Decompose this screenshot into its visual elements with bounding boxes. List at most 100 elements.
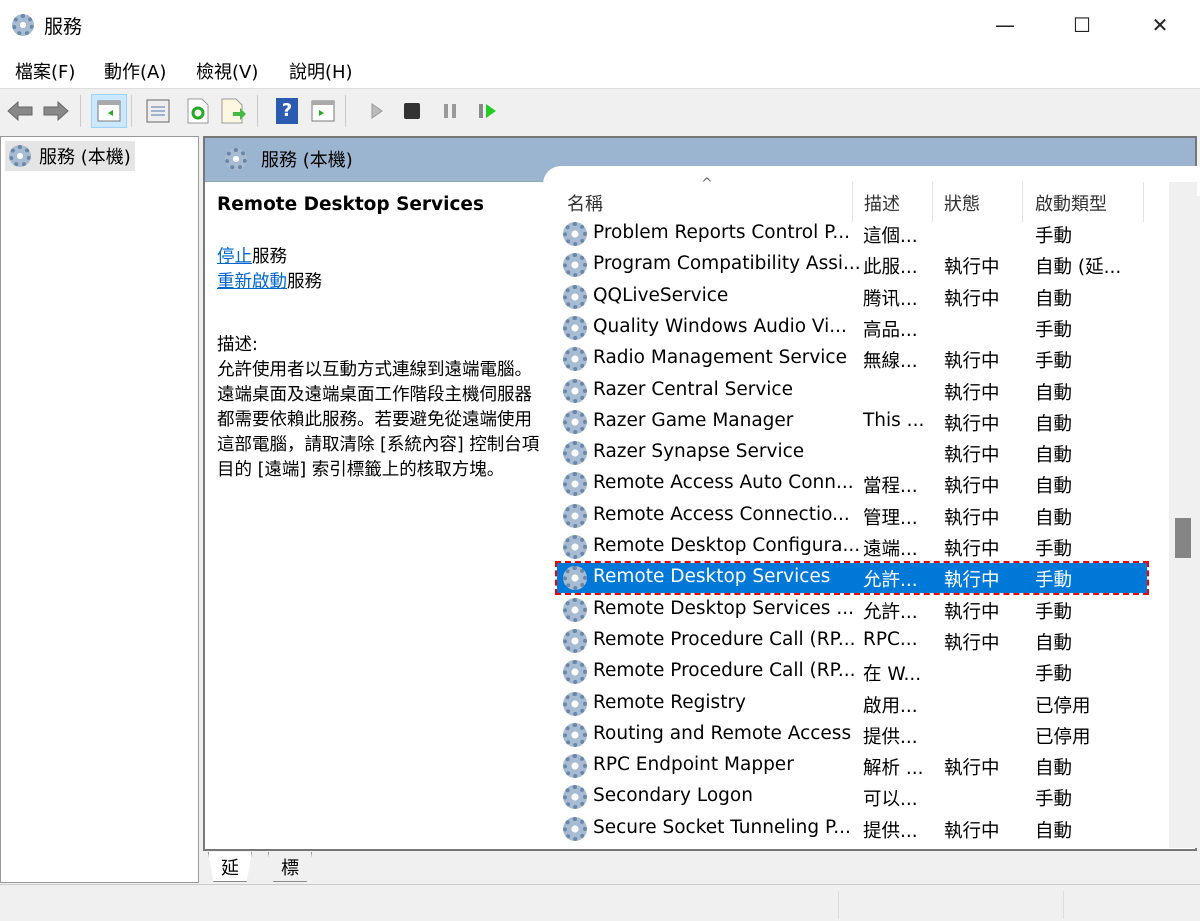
service-gear-icon [563, 597, 587, 622]
toolbar-separator [345, 95, 346, 127]
service-gear-icon [563, 284, 587, 309]
service-gear-icon [563, 535, 587, 559]
menu-help[interactable]: 說明(H) [289, 58, 353, 84]
service-row[interactable]: RPC Endpoint Mapper 解析 ... 執行中 自動 [557, 751, 1147, 781]
services-gear-icon [9, 145, 31, 167]
service-row[interactable]: Remote Procedure Call (RP... RPC... 執行中 … [557, 626, 1147, 656]
service-row[interactable]: Razer Game Manager This ... 執行中 自動 [557, 407, 1147, 437]
show-action-pane-icon[interactable] [308, 96, 338, 126]
service-row[interactable]: Remote Procedure Call (RP... 在 W... 手動 [557, 657, 1147, 687]
service-startup-type: 已停用 [1035, 726, 1091, 748]
menu-action[interactable]: 動作(A) [104, 58, 166, 84]
service-description: 允許... [863, 570, 918, 592]
toolbar-separator [131, 95, 132, 127]
service-row[interactable]: Remote Desktop Services ... 允許... 執行中 手動 [557, 595, 1147, 625]
service-startup-type: 自動 [1035, 820, 1073, 842]
service-row[interactable]: Remote Access Connectio... 管理... 執行中 自動 [557, 501, 1147, 531]
column-header-description[interactable]: 描述 [864, 190, 900, 216]
title-bar: 服務 — ☐ ✕ [0, 0, 1200, 50]
service-row[interactable]: Secure Socket Tunneling P... 提供... 執行中 自… [557, 814, 1147, 844]
console-tree: 服務 (本機) [0, 136, 199, 883]
service-description: 管理... [863, 507, 918, 529]
service-gear-icon [563, 785, 587, 810]
tab-extended[interactable]: 延伸 [208, 852, 252, 882]
service-name: Remote Desktop Services [593, 566, 831, 588]
refresh-icon[interactable] [183, 96, 213, 126]
status-bar [0, 884, 1200, 921]
column-header-name[interactable]: 名稱 [567, 190, 603, 216]
close-button[interactable]: ✕ [1140, 8, 1180, 42]
service-name: Remote Access Connectio... [593, 503, 850, 525]
back-icon[interactable] [5, 96, 35, 126]
service-startup-type: 手動 [1035, 226, 1073, 247]
service-gear-icon [563, 754, 587, 779]
service-description: RPC... [863, 628, 918, 650]
service-startup-type: 手動 [1035, 351, 1073, 373]
service-startup-type: 自動 [1035, 288, 1073, 310]
services-gear-icon [12, 14, 34, 36]
service-row[interactable]: Remote Access Auto Conn... 當程... 執行中 自動 [557, 469, 1147, 499]
help-icon[interactable]: ? [272, 96, 302, 126]
service-gear-icon [563, 347, 587, 372]
forward-icon[interactable] [41, 96, 71, 126]
service-row[interactable]: Razer Central Service 執行中 自動 [557, 376, 1147, 406]
service-status: 執行中 [944, 351, 1000, 373]
menu-view[interactable]: 檢視(V) [196, 58, 258, 84]
tab-standard[interactable]: 標準 [268, 852, 312, 882]
service-name: Secondary Logon [593, 785, 753, 807]
service-status: 執行中 [944, 413, 1000, 435]
service-name: Remote Access Auto Conn... [593, 472, 854, 494]
show-hide-console-tree-icon[interactable] [91, 94, 127, 128]
service-row[interactable]: Quality Windows Audio Vi... 高品... 手動 [557, 313, 1147, 343]
help-glyph: ? [276, 98, 298, 124]
restart-service-icon[interactable] [473, 96, 503, 126]
description-label: 描述: [217, 335, 258, 355]
service-startup-type: 已停用 [1035, 695, 1091, 717]
service-gear-icon [563, 472, 587, 497]
service-gear-icon [563, 503, 587, 528]
start-service-icon[interactable] [362, 96, 392, 126]
restart-service-link[interactable]: 重新啟動 [217, 272, 287, 292]
service-row-selected[interactable]: Remote Desktop Services 允許... 執行中 手動 [555, 561, 1149, 596]
vertical-scrollbar[interactable] [1169, 182, 1197, 848]
stop-service-link[interactable]: 停止 [217, 247, 252, 267]
service-startup-type: 手動 [1035, 601, 1073, 623]
service-name: Razer Synapse Service [593, 441, 805, 463]
selected-service-name: Remote Desktop Services [217, 194, 484, 215]
service-status: 執行中 [944, 632, 1000, 654]
column-header-startup-type[interactable]: 啟動類型 [1035, 190, 1107, 216]
maximize-button[interactable]: ☐ [1062, 8, 1102, 42]
service-row[interactable]: Remote Registry 啟用... 已停用 [557, 689, 1147, 719]
service-row[interactable]: Routing and Remote Access 提供... 已停用 [557, 720, 1147, 750]
pause-service-icon[interactable] [435, 96, 465, 126]
service-row[interactable]: Razer Synapse Service 執行中 自動 [557, 438, 1147, 468]
properties-icon[interactable] [143, 96, 173, 126]
service-row[interactable]: Problem Reports Control P... 這個... 手動 [557, 219, 1147, 249]
service-name: Program Compatibility Assi... [593, 253, 861, 275]
export-list-icon[interactable] [219, 96, 249, 126]
service-gear-icon [563, 628, 587, 653]
service-startup-type: 手動 [1035, 539, 1073, 560]
services-list: ^ 名稱 描述 狀態 啟動類型 Problem Reports Control … [547, 176, 1169, 848]
service-row[interactable]: QQLiveService 腾讯... 執行中 自動 [557, 282, 1147, 312]
service-name: Radio Management Service [593, 347, 847, 369]
stop-service-icon[interactable] [397, 96, 427, 126]
service-startup-type: 手動 [1035, 570, 1073, 592]
service-row[interactable]: Radio Management Service 無線... 執行中 手動 [557, 344, 1147, 374]
service-row[interactable]: Program Compatibility Assi... 此服... 執行中 … [557, 250, 1147, 280]
tree-item-services-local[interactable]: 服務 (本機) [5, 141, 135, 171]
service-description: 無線... [863, 351, 918, 373]
service-status: 執行中 [944, 382, 1000, 404]
service-row[interactable]: Secondary Logon 可以... 手動 [557, 782, 1147, 812]
panel-title: 服務 (本機) [261, 150, 353, 171]
service-description: 啟用... [863, 695, 918, 717]
service-name: Remote Procedure Call (RP... [593, 628, 856, 650]
column-header-status[interactable]: 狀態 [944, 190, 980, 216]
service-gear-icon [563, 660, 587, 685]
service-name: Remote Procedure Call (RP... [593, 660, 856, 682]
minimize-button[interactable]: — [985, 8, 1025, 42]
menu-file[interactable]: 檔案(F) [15, 58, 75, 84]
service-description: 可以... [863, 789, 918, 811]
service-row[interactable]: Remote Desktop Configura... 遠端... 執行中 手動 [557, 532, 1147, 562]
scrollbar-thumb[interactable] [1175, 518, 1191, 558]
